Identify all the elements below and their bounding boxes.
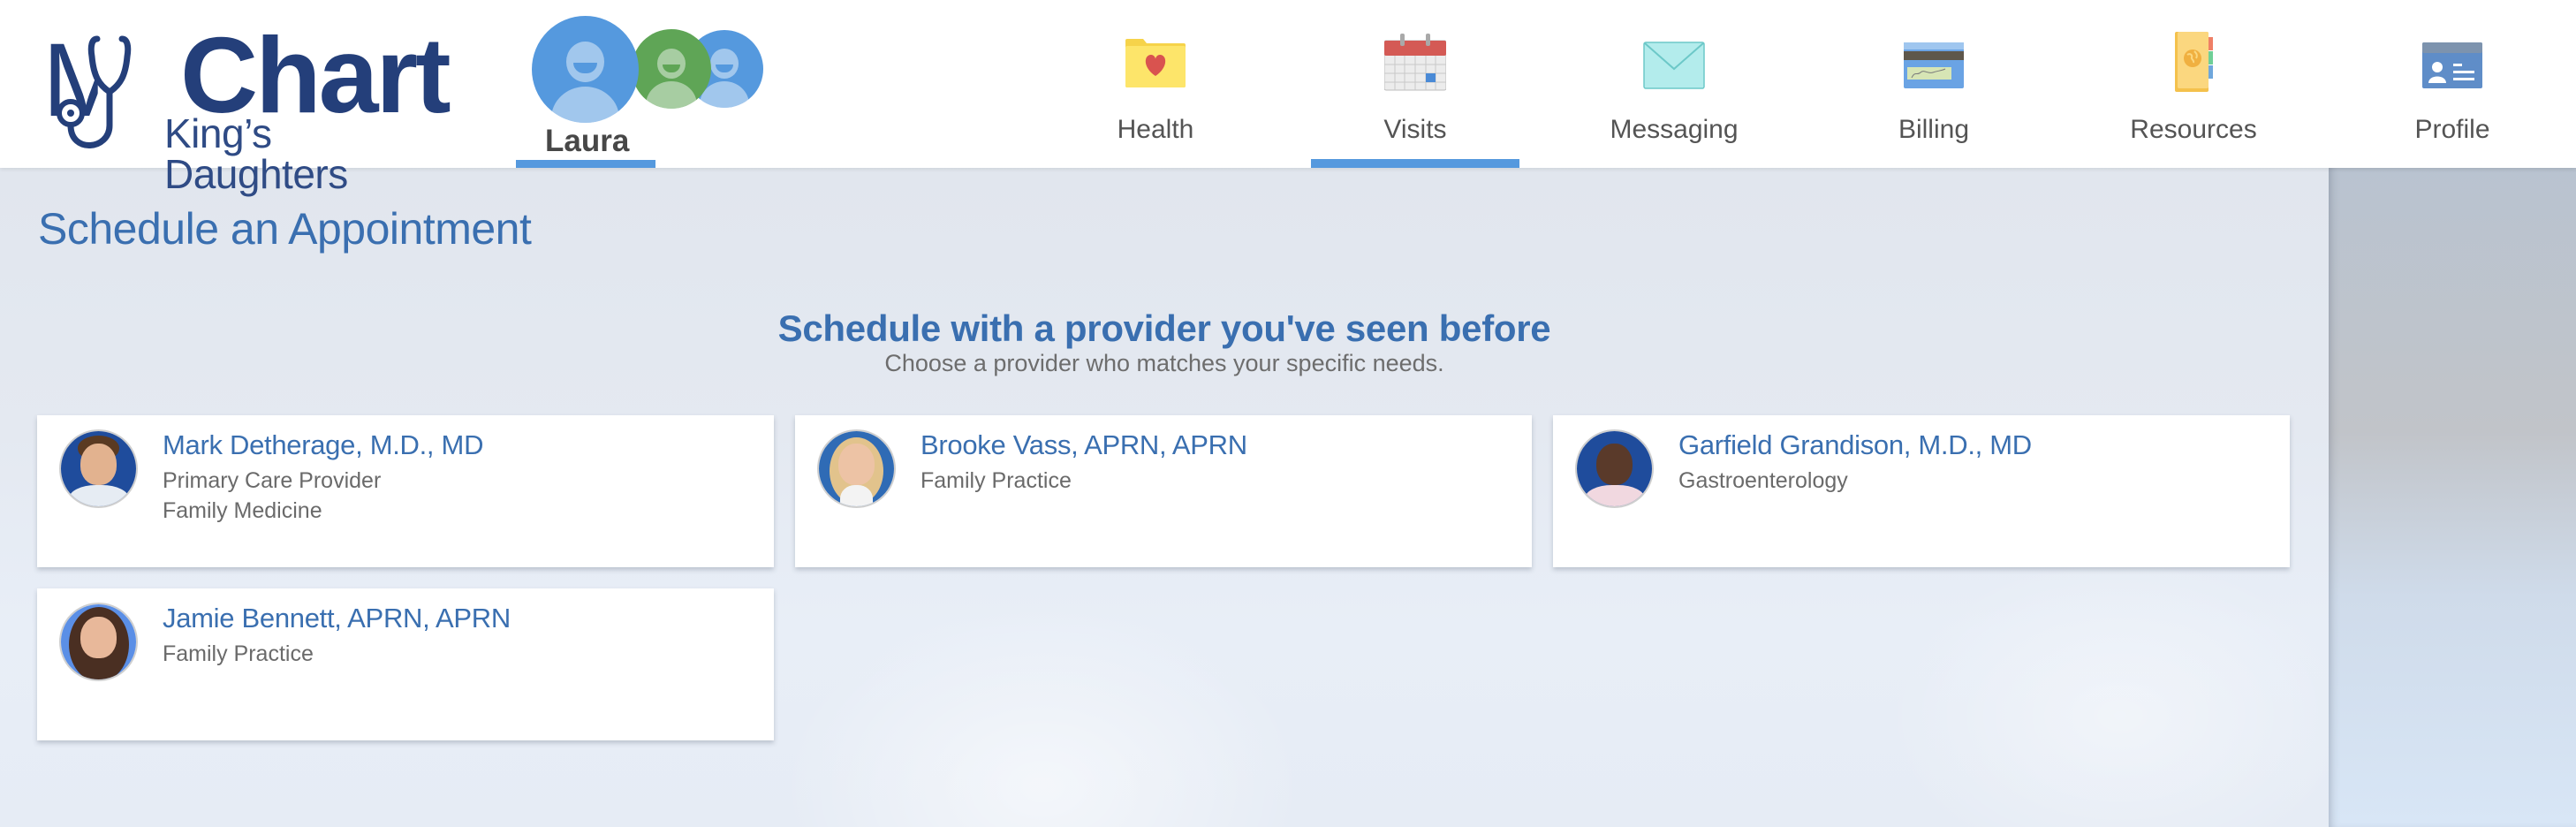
nav-active-indicator <box>1311 159 1519 168</box>
provider-card[interactable]: Mark Detherage, M.D., MD Primary Care Pr… <box>37 415 774 567</box>
address-book-globe-icon <box>2175 32 2213 92</box>
main-nav: Health Visits Messaging Billing Resource… <box>1025 0 2576 168</box>
section-subtitle: Choose a provider who matches your speci… <box>884 350 1444 376</box>
provider-card[interactable]: Jamie Bennett, APRN, APRN Family Practic… <box>37 588 774 740</box>
provider-photo <box>59 429 138 508</box>
nav-item-profile[interactable]: Profile <box>2348 0 2557 168</box>
patient-name: Laura <box>545 124 630 158</box>
calendar-icon <box>1384 34 1446 91</box>
nav-label: Profile <box>2414 115 2490 144</box>
nav-item-resources[interactable]: Resources <box>2089 0 2298 168</box>
nav-label: Resources <box>2130 115 2257 144</box>
mychart-logo[interactable]: My Chart King’s Daughters <box>35 21 459 194</box>
nav-label: Visits <box>1383 115 1447 144</box>
id-card-icon <box>2422 42 2482 88</box>
top-header: My Chart King’s Daughters Laura Health V… <box>0 0 2576 194</box>
patient-avatar-proxy[interactable] <box>632 29 711 109</box>
envelope-icon <box>1643 42 1705 89</box>
provider-card[interactable]: Brooke Vass, APRN, APRN Family Practice <box>795 415 1532 567</box>
nav-label: Messaging <box>1610 115 1739 144</box>
nav-item-messaging[interactable]: Messaging <box>1570 0 1778 168</box>
provider-name[interactable]: Jamie Bennett, APRN, APRN <box>163 603 511 634</box>
provider-photo <box>1575 429 1654 508</box>
nav-label: Billing <box>1898 115 1970 144</box>
provider-photo <box>59 603 138 681</box>
patient-switcher[interactable]: Laura <box>516 0 772 168</box>
patient-active-indicator <box>516 160 655 168</box>
nav-item-billing[interactable]: Billing <box>1830 0 2038 168</box>
nav-label: Health <box>1117 115 1194 144</box>
provider-specialty: Family Medicine <box>163 498 322 523</box>
provider-role: Primary Care Provider <box>163 468 382 493</box>
page-title: Schedule an Appointment <box>38 204 532 254</box>
provider-specialty: Gastroenterology <box>1678 468 1848 493</box>
provider-name[interactable]: Mark Detherage, M.D., MD <box>163 429 483 461</box>
nav-item-visits[interactable]: Visits <box>1311 0 1519 168</box>
main-content: Schedule an Appointment Schedule with a … <box>0 168 2329 827</box>
credit-card-icon <box>1904 42 1964 88</box>
health-folder-icon <box>1125 39 1186 87</box>
provider-specialty: Family Practice <box>921 468 1072 493</box>
patient-avatar-current[interactable] <box>532 16 639 123</box>
provider-name[interactable]: Brooke Vass, APRN, APRN <box>921 429 1247 461</box>
provider-specialty: Family Practice <box>163 641 314 666</box>
provider-photo <box>817 429 896 508</box>
background-panel <box>2329 168 2576 827</box>
provider-card[interactable]: Garfield Grandison, M.D., MD Gastroenter… <box>1553 415 2290 567</box>
nav-item-health[interactable]: Health <box>1051 0 1260 168</box>
section-title: Schedule with a provider you've seen bef… <box>777 307 1551 349</box>
logo-subtitle: King’s Daughters <box>164 110 348 197</box>
provider-name[interactable]: Garfield Grandison, M.D., MD <box>1678 429 2032 461</box>
